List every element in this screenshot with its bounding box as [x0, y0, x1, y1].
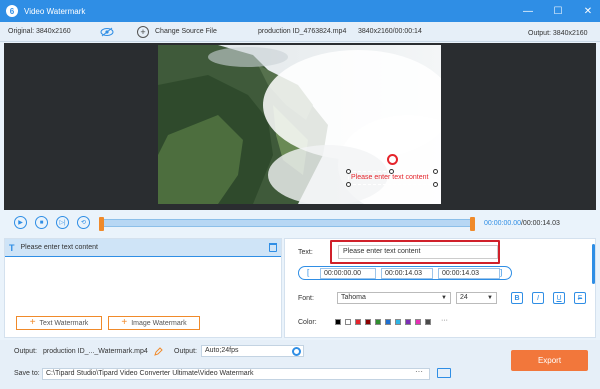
color-swatch[interactable] [405, 319, 411, 325]
end-time-input[interactable]: 00:00:14.03 [381, 268, 433, 279]
add-image-label: Image Watermark [131, 319, 187, 327]
font-size: 24 [460, 294, 468, 301]
export-button[interactable]: Export [511, 350, 588, 371]
resize-handle[interactable] [433, 182, 438, 187]
resize-handle[interactable] [389, 169, 394, 174]
watermark-preview-text: Please enter text content [351, 174, 429, 181]
color-swatch[interactable] [415, 319, 421, 325]
watermark-list-item[interactable]: T Please enter text content [5, 239, 281, 257]
color-swatch[interactable] [345, 319, 351, 325]
eye-icon[interactable] [100, 27, 114, 37]
edit-pencil-icon[interactable] [154, 347, 163, 356]
total-time: /00:00:14.03 [520, 220, 560, 227]
maximize-button[interactable]: ☐ [548, 0, 568, 22]
output-format-label: Output: [174, 348, 197, 355]
title-bar: 6 Video Watermark — ☐ ✕ [0, 0, 600, 22]
strikethrough-button[interactable]: F [574, 292, 586, 304]
current-time: 00:00:00.00 [484, 220, 521, 227]
add-text-label: Text Watermark [39, 319, 89, 327]
source-file-info: 3840x2160/00:00:14 [358, 28, 422, 35]
highlight-box [330, 240, 500, 264]
output-file-name: production ID_..._Watermark.mp4 [43, 348, 148, 355]
color-swatch[interactable] [335, 319, 341, 325]
resize-handle[interactable] [433, 169, 438, 174]
start-trim-handle[interactable] [99, 217, 104, 231]
video-frame[interactable]: Please enter text content [158, 45, 441, 204]
output-format-field[interactable]: Auto;24fps [201, 345, 304, 357]
browse-dots-button[interactable]: ··· [415, 367, 423, 376]
rotate-handle-icon[interactable] [387, 154, 398, 165]
app-logo-icon: 6 [6, 5, 18, 17]
color-swatch[interactable] [395, 319, 401, 325]
folder-icon[interactable] [437, 368, 451, 378]
color-swatch[interactable] [425, 319, 431, 325]
original-resolution: Original: 3840x2160 [8, 28, 71, 35]
change-source-button[interactable]: Change Source File [155, 28, 217, 35]
color-swatch[interactable] [375, 319, 381, 325]
add-image-watermark-button[interactable]: + Image Watermark [108, 316, 200, 330]
save-to-label: Save to: [14, 370, 40, 377]
end-trim-handle[interactable] [470, 217, 475, 231]
font-name: Tahoma [341, 294, 366, 301]
time-display: 00:00:00.00/00:00:14.03 [484, 220, 560, 227]
plus-icon: + [121, 317, 128, 328]
color-label: Color: [298, 319, 317, 326]
start-time-input[interactable]: 00:00:00.00 [320, 268, 376, 279]
play-button[interactable]: ▶ [14, 216, 27, 229]
timeline-track[interactable] [99, 217, 475, 231]
window-title: Video Watermark [24, 6, 86, 16]
underline-button[interactable]: U [553, 292, 565, 304]
gear-icon[interactable] [292, 347, 301, 356]
info-bar: Original: 3840x2160 + Change Source File… [0, 22, 600, 42]
chevron-down-icon: ▼ [487, 295, 493, 301]
trash-icon[interactable] [269, 243, 277, 252]
text-type-icon: T [9, 242, 15, 253]
duration-input[interactable]: 00:00:14.03 [438, 268, 500, 279]
bold-button[interactable]: B [511, 292, 523, 304]
next-frame-button[interactable]: ▷| [56, 216, 69, 229]
color-swatch[interactable] [385, 319, 391, 325]
more-colors-button[interactable]: ··· [441, 317, 448, 324]
loop-button[interactable]: ⟲ [77, 216, 90, 229]
editor-scrollbar[interactable] [592, 244, 595, 284]
resize-handle[interactable] [346, 169, 351, 174]
add-source-icon[interactable]: + [137, 26, 149, 38]
save-path-input[interactable]: C:\Tipard Studio\Tipard Video Converter … [42, 368, 430, 380]
minimize-button[interactable]: — [518, 0, 538, 22]
font-size-select[interactable]: 24 ▼ [456, 292, 497, 304]
output-resolution: Output: 3840x2160 [528, 30, 588, 37]
stop-button[interactable]: ■ [35, 216, 48, 229]
close-button[interactable]: ✕ [578, 0, 598, 22]
add-text-watermark-button[interactable]: + Text Watermark [16, 316, 102, 330]
watermark-item-label: Please enter text content [20, 244, 98, 251]
font-select[interactable]: Tahoma ▼ [337, 292, 451, 304]
text-label: Text: [298, 249, 313, 256]
font-label: Font: [298, 295, 314, 302]
plus-icon: + [29, 317, 36, 328]
source-file-name: production ID_4763824.mp4 [258, 28, 347, 35]
italic-button[interactable]: I [532, 292, 544, 304]
output-label: Output: [14, 348, 37, 355]
chevron-down-icon: ▼ [441, 295, 447, 301]
bracket-start-icon: [ [307, 268, 310, 277]
color-swatch[interactable] [365, 319, 371, 325]
bracket-end-icon: ] [500, 268, 503, 277]
color-swatch[interactable] [355, 319, 361, 325]
resize-handle[interactable] [346, 182, 351, 187]
